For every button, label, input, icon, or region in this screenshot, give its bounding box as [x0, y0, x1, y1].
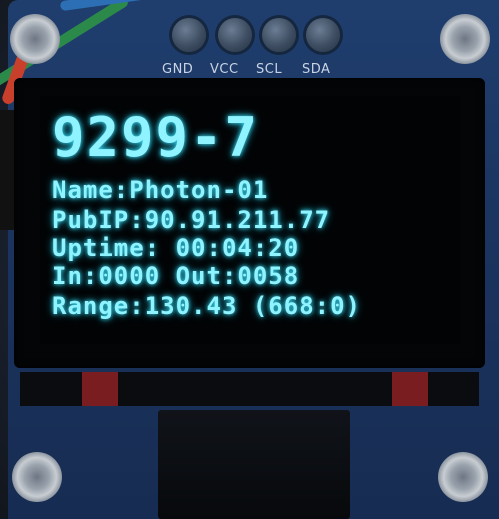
pin-label-vcc: VCC [210, 62, 239, 77]
ribbon-pad-left [82, 372, 118, 406]
mounting-hole-bottom-left [12, 452, 62, 502]
oled-line-inout: In:0000 Out:0058 [52, 262, 300, 290]
flex-connector [158, 410, 350, 519]
mounting-hole-top-left [10, 14, 60, 64]
oled-line-pubip: PubIP:90.91.211.77 [52, 206, 331, 234]
pin-sda [306, 18, 340, 52]
pin-vcc [218, 18, 252, 52]
pin-label-gnd: GND [162, 62, 194, 77]
pin-label-sda: SDA [302, 62, 331, 77]
mounting-hole-top-right [440, 14, 490, 64]
ribbon-pad-right [392, 372, 428, 406]
pin-label-scl: SCL [256, 62, 283, 77]
oled-photo: GND VCC SCL SDA 9299-7 Name:Photon-01 Pu… [0, 0, 499, 519]
mounting-hole-bottom-right [438, 452, 488, 502]
pin-scl [262, 18, 296, 52]
pin-gnd [172, 18, 206, 52]
oled-line-uptime: Uptime: 00:04:20 [52, 234, 300, 262]
oled-line-range: Range:130.43 (668:0) [52, 292, 361, 320]
oled-line-name: Name:Photon-01 [52, 176, 269, 204]
device-id: 9299-7 [52, 106, 260, 169]
